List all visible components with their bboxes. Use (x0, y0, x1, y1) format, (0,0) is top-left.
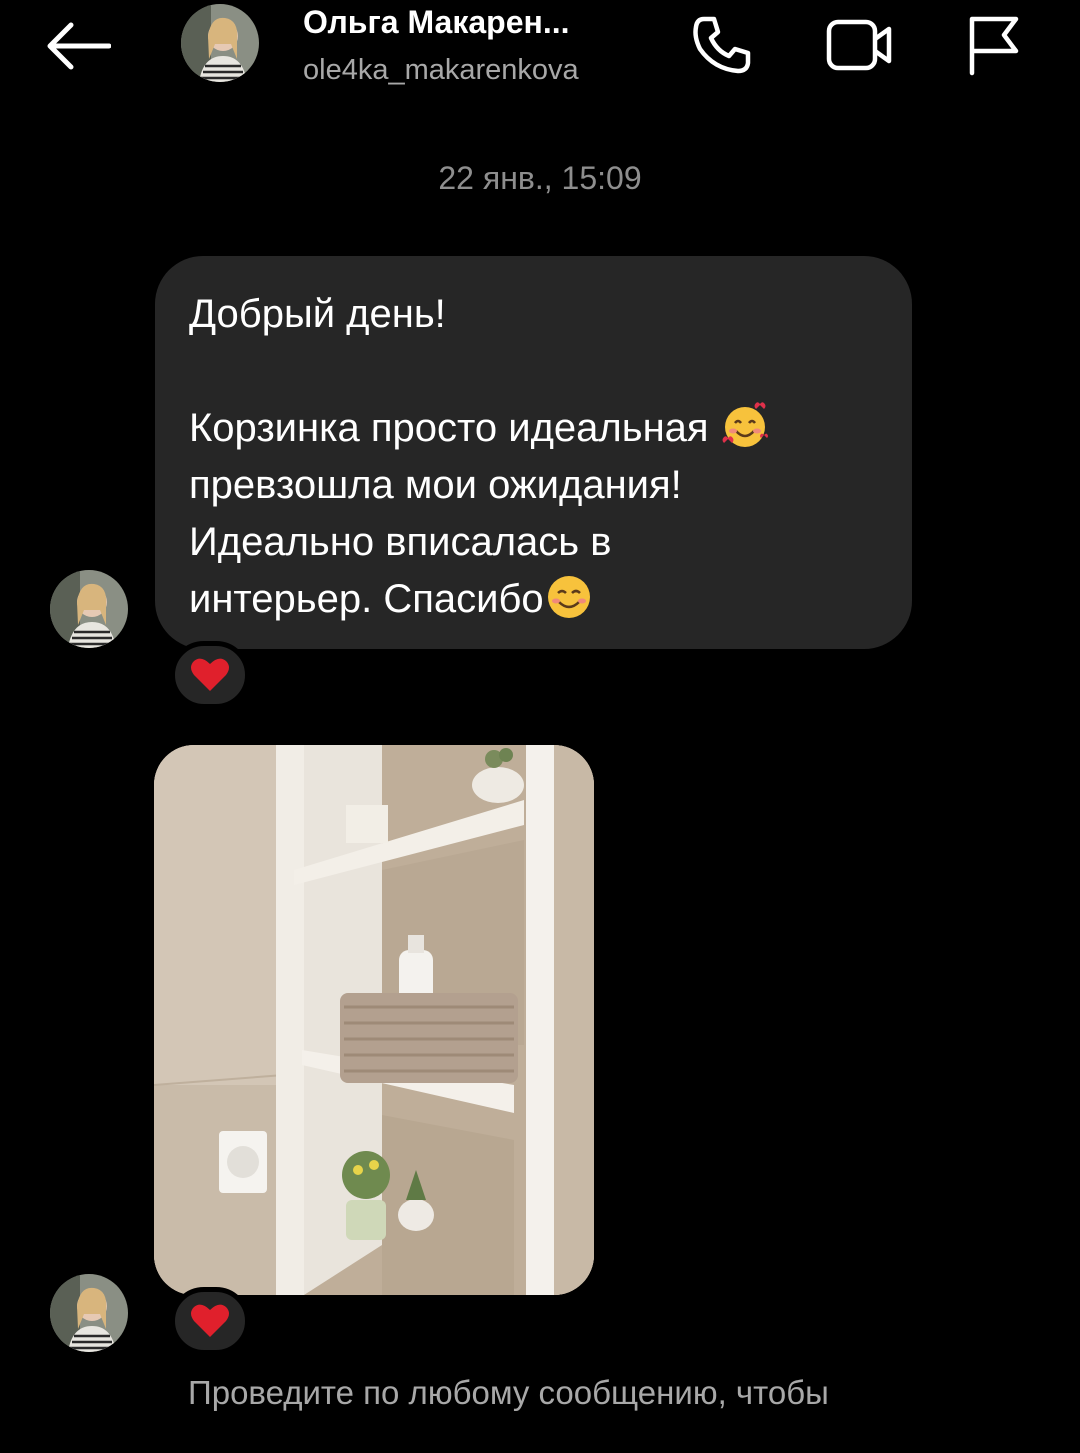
swipe-hint: Проведите по любому сообщению, чтобы (188, 1374, 829, 1411)
message-text: Добрый день! Корзинка просто идеальная п… (189, 286, 878, 628)
contact-username[interactable]: ole4ka_makarenkova (303, 54, 579, 87)
heart-icon (191, 658, 229, 691)
sender-avatar[interactable] (50, 570, 128, 648)
contact-avatar[interactable] (181, 4, 259, 82)
heart-reaction[interactable] (170, 641, 250, 709)
flag-icon (969, 16, 1019, 76)
video-call-button[interactable] (822, 10, 898, 80)
avatar-photo (181, 4, 259, 82)
message-timestamp: 22 янв., 15:09 (438, 160, 642, 196)
chat-screen: Ольга Макарен... ole4ka_makarenkova 22 я… (0, 0, 1080, 1453)
smiling-face-icon (547, 576, 590, 618)
back-arrow-icon (47, 22, 111, 70)
avatar-photo (50, 570, 128, 648)
report-button[interactable] (954, 10, 1030, 80)
back-button[interactable] (40, 14, 116, 78)
phone-icon (693, 16, 751, 74)
heart-reaction[interactable] (170, 1287, 250, 1355)
avatar-photo (50, 1274, 128, 1352)
smiling-face-with-hearts-icon (722, 402, 768, 447)
contact-name[interactable]: Ольга Макарен... (303, 4, 633, 41)
message-text-part: Добрый день! Корзинка просто идеальная п… (189, 292, 770, 621)
heart-icon (191, 1304, 229, 1337)
video-camera-icon (826, 19, 892, 71)
shelf-photo (154, 745, 594, 1295)
photo-message[interactable] (154, 745, 594, 1295)
call-button[interactable] (684, 10, 760, 80)
sender-avatar[interactable] (50, 1274, 128, 1352)
message-bubble[interactable]: Добрый день! Корзинка просто идеальная п… (155, 256, 912, 649)
chat-header: Ольга Макарен... ole4ka_makarenkova (0, 0, 1080, 110)
